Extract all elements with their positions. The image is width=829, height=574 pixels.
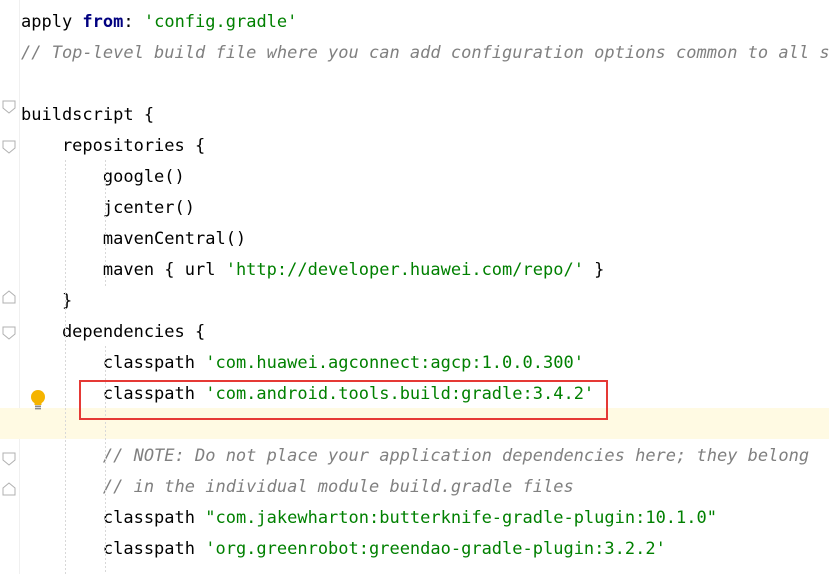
keyword-token: from [82,12,124,32]
lightbulb-icon[interactable] [29,389,47,411]
code-line-text: mavenCentral() [21,224,246,255]
code-token: buildscript { [21,105,155,125]
code-line-text: classpath 'org.greenrobot:greendao-gradl… [21,534,666,565]
code-token: : [123,12,144,32]
code-line[interactable]: maven { url 'http://developer.huawei.com… [0,255,829,286]
comment-token: // NOTE: Do not place your application d… [21,446,810,466]
code-token: google() [21,167,185,187]
fold-open-icon[interactable] [2,452,16,466]
code-line-text: classpath "com.jakewharton:butterknife-g… [21,503,717,534]
code-line-text: repositories { [21,131,205,162]
code-token: classpath [21,539,206,559]
string-token: 'config.gradle' [143,12,298,32]
code-line-text: google() [21,162,185,193]
code-line[interactable]: apply from: 'config.gradle' [0,7,829,38]
annotation-highlight-box [79,380,608,420]
code-token: } [583,260,605,280]
code-line-text: buildscript { [21,100,154,131]
code-token: classpath [21,353,206,373]
fold-close-icon[interactable] [2,482,16,496]
string-token: 'org.greenrobot:greendao-gradle-plugin:3… [205,539,666,559]
code-token: classpath [21,508,206,528]
fold-open-icon[interactable] [2,100,16,114]
comment-token: // Top-level build file where you can ad… [21,43,829,63]
code-token: mavenCentral() [21,229,247,249]
fold-close-icon[interactable] [2,290,16,304]
code-line[interactable]: mavenCentral() [0,224,829,255]
code-token: jcenter() [21,198,195,218]
string-token: 'com.huawei.agconnect:agcp:1.0.0.300' [205,353,584,373]
fold-open-icon[interactable] [2,326,16,340]
fold-open-icon[interactable] [2,140,16,154]
code-token: repositories { [21,136,206,156]
code-line[interactable]: classpath 'com.huawei.agconnect:agcp:1.0… [0,348,829,379]
code-line[interactable]: buildscript { [0,100,829,131]
string-token: 'http://developer.huawei.com/repo/' [225,260,584,280]
code-line-text: // in the individual module build.gradle… [21,472,574,503]
indent-guide [105,160,106,286]
code-line-text: // NOTE: Do not place your application d… [21,441,809,472]
code-token: dependencies { [21,322,206,342]
code-line[interactable] [0,69,829,100]
code-line[interactable]: repositories { [0,131,829,162]
code-line[interactable]: // NOTE: Do not place your application d… [0,441,829,472]
code-token: apply [21,12,83,32]
code-editor[interactable]: apply from: 'config.gradle' // Top-level … [0,0,829,574]
indent-guide [65,160,66,574]
code-line[interactable]: // in the individual module build.gradle… [0,472,829,503]
code-token: maven { url [21,260,226,280]
code-line-text: // Top-level build file where you can ad… [21,38,829,69]
code-line[interactable]: jcenter() [0,193,829,224]
comment-token: // in the individual module build.gradle… [21,477,574,497]
string-token: "com.jakewharton:butterknife-gradle-plug… [205,508,717,528]
code-line[interactable]: classpath "com.jakewharton:butterknife-g… [0,503,829,534]
code-line[interactable]: google() [0,162,829,193]
code-line[interactable]: dependencies { [0,317,829,348]
code-line-text: dependencies { [21,317,205,348]
code-line-text: jcenter() [21,193,195,224]
code-line-text: apply from: 'config.gradle' [21,7,297,38]
code-line-text: maven { url 'http://developer.huawei.com… [21,255,605,286]
code-line[interactable]: // Top-level build file where you can ad… [0,38,829,69]
code-line[interactable]: } [0,286,829,317]
code-line[interactable]: classpath 'org.greenrobot:greendao-gradl… [0,534,829,565]
